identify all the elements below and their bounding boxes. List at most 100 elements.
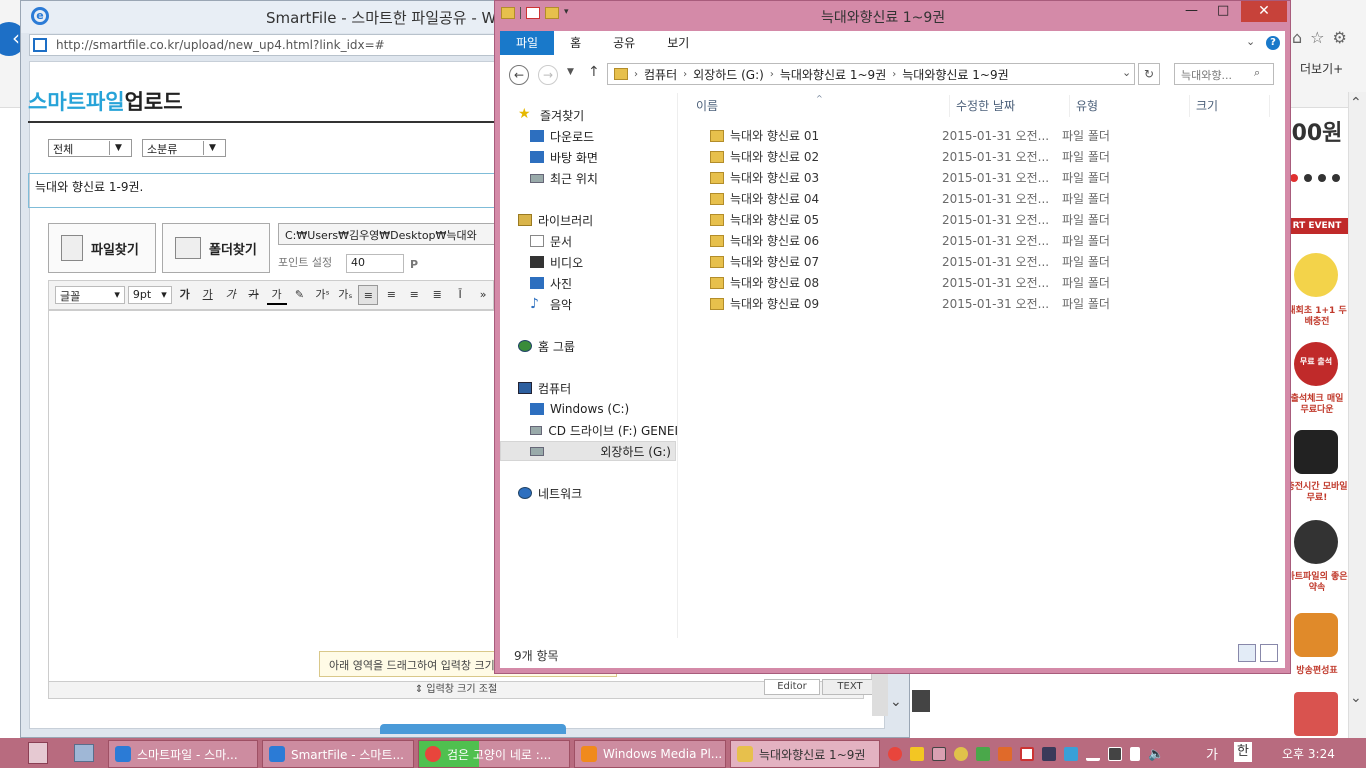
back-arrow-icon[interactable]: ← (509, 65, 529, 85)
taskbar-clock[interactable]: 오후 3:24 (1282, 745, 1335, 762)
nav-drive-f[interactable]: CD 드라이브 (F:) GENEI (500, 420, 677, 440)
highlight-icon[interactable]: ✎ (290, 285, 310, 305)
tab-editor[interactable]: Editor (764, 679, 820, 695)
nav-computer[interactable]: 컴퓨터 (500, 378, 677, 398)
editor-resize-handle[interactable]: ⇕ 입력창 크기 조절 (48, 681, 864, 699)
file-row[interactable]: 늑대와 향신료 04 2015-01-31 오전... 파일 폴더 (690, 188, 1290, 209)
column-name[interactable]: 이름 (690, 95, 950, 117)
nav-videos[interactable]: 비디오 (500, 252, 677, 272)
align-right-icon[interactable]: ≡ (404, 285, 424, 305)
point-input[interactable]: 40 (346, 254, 404, 273)
large-icons-view-icon[interactable] (1260, 644, 1278, 662)
more-link[interactable]: 더보기+ (1300, 60, 1343, 77)
column-modified[interactable]: 수정한 날짜 (950, 95, 1070, 117)
explorer-title-bar[interactable]: 늑대와향신료 1~9권 (495, 1, 1292, 31)
tab-share[interactable]: 공유 (597, 31, 651, 55)
column-size[interactable]: 크기 (1190, 95, 1270, 117)
address-bar[interactable]: › 컴퓨터 › 외장하드 (G:) › 늑대와향신료 1~9권 › 늑대와향신료… (607, 63, 1135, 85)
ime-mode-indicator[interactable]: 가 (1206, 744, 1218, 763)
nav-drive-g[interactable]: 외장하드 (G:) (500, 441, 676, 461)
file-row[interactable]: 늑대와 향신료 07 2015-01-31 오전... 파일 폴더 (690, 251, 1290, 272)
breadcrumb-drive[interactable]: 외장하드 (G:) (687, 66, 770, 83)
nav-favorites[interactable]: ★ 즐겨찾기 (500, 105, 677, 125)
ad-banner-price[interactable]: 00원 (1286, 123, 1348, 145)
up-arrow-icon[interactable]: ↑ (588, 64, 600, 80)
ad-mobile-text[interactable]: 충전시간 모바일 무료! (1286, 482, 1348, 504)
app-tray-icon[interactable] (932, 747, 946, 761)
nav-documents[interactable]: 문서 (500, 231, 677, 251)
nav-drive-c[interactable]: Windows (C:) (500, 399, 677, 419)
breadcrumb-computer[interactable]: 컴퓨터 (638, 66, 683, 83)
volume-icon[interactable]: 🔈 (1148, 747, 1164, 762)
tab-file[interactable]: 파일 (500, 31, 555, 55)
italic-button[interactable]: 가 (221, 285, 241, 305)
align-justify-icon[interactable]: ≣ (427, 285, 447, 305)
taskbar-item-smartfile-2[interactable]: SmartFile - 스마트... (262, 740, 414, 768)
nav-pictures[interactable]: 사진 (500, 273, 677, 293)
shield-tray-icon[interactable] (976, 747, 990, 761)
ad-bottom-thumb[interactable] (1294, 692, 1338, 736)
minimize-button[interactable]: — (1185, 3, 1198, 18)
strikethrough-button[interactable]: 가 (244, 285, 264, 305)
tab-home[interactable]: 홈 (554, 31, 597, 55)
bold-button[interactable]: 가 (175, 285, 195, 305)
home-icon[interactable]: ⌂ (1292, 28, 1302, 50)
browser-vertical-scrollbar[interactable] (1348, 92, 1366, 738)
selected-path-field[interactable]: C:₩Users₩김우영₩Desktop₩늑대와 (278, 223, 518, 245)
file-row[interactable]: 늑대와 향신료 05 2015-01-31 오전... 파일 폴더 (690, 209, 1290, 230)
favorites-star-icon[interactable]: ☆ (1310, 28, 1324, 50)
font-color-button[interactable]: 가 (266, 285, 287, 305)
file-row[interactable]: 늑대와 향신료 02 2015-01-31 오전... 파일 폴더 (690, 146, 1290, 167)
customize-qat-icon[interactable]: ▾ (564, 7, 569, 19)
file-find-button[interactable]: 파일찾기 (48, 223, 156, 273)
category-select[interactable]: 전체 ▼ (48, 139, 132, 157)
taskbar-item-media-player[interactable]: Windows Media Pl... (574, 740, 726, 768)
font-select[interactable]: 글꼴 ▾ (55, 286, 125, 304)
battery-icon[interactable] (1108, 747, 1122, 761)
monitor-tray-icon[interactable] (1042, 747, 1056, 761)
refresh-icon[interactable]: ↻ (1138, 63, 1160, 85)
new-folder-icon[interactable] (545, 7, 559, 19)
tab-text[interactable]: TEXT (822, 679, 878, 695)
settings-gear-icon[interactable]: ⚙ (1333, 28, 1347, 50)
nav-homegroup[interactable]: 홈 그룹 (500, 336, 677, 356)
scroll-up-arrow-icon[interactable]: ⌃ (1350, 95, 1362, 111)
properties-icon[interactable] (526, 7, 540, 19)
ad-tv-icon[interactable] (1294, 613, 1338, 657)
tab-view[interactable]: 보기 (651, 31, 705, 55)
address-dropdown-icon[interactable]: ⌄ (1122, 66, 1131, 79)
file-row[interactable]: 늑대와 향신료 08 2015-01-31 오전... 파일 폴더 (690, 272, 1290, 293)
subcategory-select[interactable]: 소분류 ▼ (142, 139, 226, 157)
nav-music[interactable]: ♪ 음악 (500, 294, 677, 314)
ad-charge-text[interactable]: 내회초 1+1 두배충전 (1286, 306, 1348, 328)
ime-language-indicator[interactable]: 한 (1234, 742, 1252, 762)
line-height-icon[interactable]: Ī (450, 285, 470, 305)
checkmark-tray-icon[interactable] (1064, 747, 1078, 761)
ad-thumbs-up-icon[interactable] (1294, 520, 1338, 564)
file-row[interactable]: 늑대와 향신료 06 2015-01-31 오전... 파일 폴더 (690, 230, 1290, 251)
show-desktop-icon[interactable] (74, 744, 94, 762)
align-center-icon[interactable]: ≡ (381, 285, 401, 305)
breadcrumb-folder[interactable]: 늑대와향신료 1~9권 (774, 66, 892, 83)
start-icon[interactable] (28, 742, 48, 764)
signal-icon[interactable] (1086, 747, 1100, 761)
taskbar-item-chrome[interactable]: 검은 고양이 네로 :... (418, 740, 570, 768)
breadcrumb-current[interactable]: 늑대와향신료 1~9권 (896, 66, 1014, 83)
disc-tray-icon[interactable] (954, 747, 968, 761)
submit-button-edge[interactable] (380, 724, 566, 734)
ad-attendance-text[interactable]: 출석체크 매일 무료다운 (1286, 394, 1348, 416)
nav-libraries[interactable]: 라이브러리 (500, 210, 677, 230)
column-type[interactable]: 유형 (1070, 95, 1190, 117)
superscript-button[interactable]: 가ˢ (312, 285, 332, 305)
forward-arrow-icon[interactable]: → (538, 65, 558, 85)
ribbon-expand-icon[interactable]: ⌄ (1246, 35, 1255, 48)
nav-recent[interactable]: 최근 위치 (500, 168, 677, 188)
subscript-button[interactable]: 가ₛ (335, 285, 355, 305)
chrome-tray-icon[interactable] (888, 747, 902, 761)
ad-thumb-icon[interactable] (1294, 253, 1338, 297)
popup-scrollbar[interactable] (872, 672, 888, 716)
help-icon[interactable]: ? (1266, 36, 1280, 50)
more-tools-button[interactable]: » (473, 285, 493, 305)
taskbar-item-smartfile-1[interactable]: 스마트파일 - 스마... (108, 740, 258, 768)
network-tray-icon[interactable] (1130, 747, 1140, 761)
